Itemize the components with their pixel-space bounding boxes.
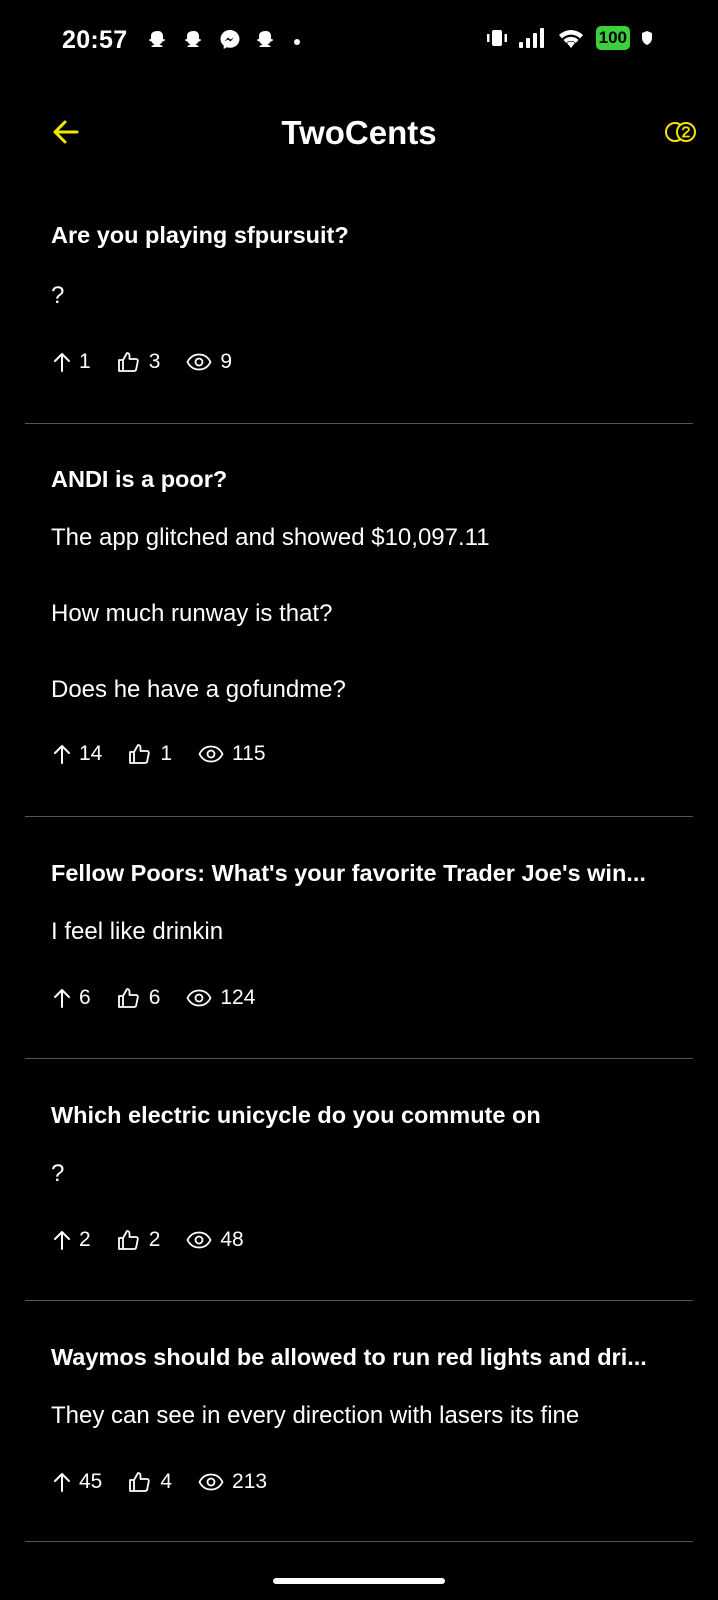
post-body: They can see in every direction with las… [51,1402,580,1429]
dot-icon [294,39,300,45]
post-stats: 14 1 115 [53,740,292,768]
upvote-count: 1 [79,350,91,373]
post-body: ? [51,1160,65,1187]
post-body: Does he have a gofundme? [51,676,346,703]
upvote-count: 45 [79,1470,103,1493]
post-stats: 6 6 124 [53,984,281,1012]
vibrate-icon [486,30,507,46]
post-body: ? [51,282,65,309]
snapchat-icon [149,31,165,47]
arrow-up-icon [54,1473,70,1492]
notification-icons [146,28,304,52]
system-icons: 100 [486,26,654,50]
like-button[interactable]: 4 [128,1470,172,1494]
divider [25,1058,693,1059]
views: 9 [186,350,232,374]
divider [25,816,693,817]
view-count: 48 [220,1228,244,1251]
like-count: 6 [148,986,161,1009]
post-title: Fellow Poors: What's your favorite Trade… [51,860,646,886]
views: 48 [186,1228,244,1252]
snapchat-icon [257,31,273,47]
snapchat-icon [185,31,201,47]
messenger-icon [220,30,240,49]
signal-icon [518,28,544,48]
like-button[interactable]: 3 [117,350,161,374]
thumbs-up-icon [117,352,139,372]
upvote-button[interactable]: 45 [53,1470,102,1494]
upvote-count: 14 [79,742,103,765]
app-header: TwoCents [0,100,718,164]
battery-indicator: 100 [595,26,630,50]
post-item[interactable]: Which electric unicycle do you commute o… [25,1102,693,1272]
post-body: I feel like drinkin [51,918,224,945]
shield-icon [642,31,652,45]
views: 115 [198,742,266,766]
eye-icon [186,1231,212,1249]
thumbs-up-icon [129,744,151,764]
like-count: 1 [160,742,173,765]
post-item[interactable]: Are you playing sfpursuit? ? 1 3 9 [25,222,693,392]
post-stats: 45 4 213 [53,1468,293,1496]
arrow-up-icon [54,1231,70,1250]
view-count: 213 [232,1470,268,1493]
upvote-button[interactable]: 6 [53,986,91,1010]
coins-icon [665,122,696,142]
eye-icon [186,353,212,371]
thumbs-up-icon [129,1472,151,1492]
view-count: 124 [220,986,256,1009]
post-item[interactable]: ANDI is a poor? The app glitched and sho… [25,466,693,786]
arrow-up-icon [54,745,70,764]
coins-button[interactable] [664,118,698,146]
divider [25,1300,693,1301]
thumbs-up-icon [117,1230,139,1250]
battery-level: 100 [598,28,627,47]
like-count: 3 [148,350,161,373]
eye-icon [186,989,212,1007]
view-count: 9 [220,350,233,373]
eye-icon [198,1473,224,1491]
view-count: 115 [232,742,266,765]
views: 124 [186,986,255,1010]
post-stats: 2 2 48 [53,1226,270,1254]
status-time: 20:57 [62,26,128,54]
like-button[interactable]: 1 [128,742,172,766]
post-stats: 1 3 9 [53,348,258,376]
post-body: How much runway is that? [51,600,333,627]
wifi-icon [558,30,583,48]
post-title: Are you playing sfpursuit? [51,222,349,248]
upvote-button[interactable]: 2 [53,1228,91,1252]
post-title: Waymos should be allowed to run red ligh… [51,1344,647,1370]
home-indicator[interactable] [273,1578,445,1584]
post-body: The app glitched and showed $10,097.11 [51,524,490,551]
post-title: Which electric unicycle do you commute o… [51,1102,541,1128]
thumbs-up-icon [117,988,139,1008]
views: 213 [198,1470,267,1494]
arrow-up-icon [54,989,70,1008]
divider [25,423,693,424]
upvote-button[interactable]: 1 [53,350,91,374]
divider [25,1541,693,1542]
upvote-button[interactable]: 14 [53,742,102,766]
post-item[interactable]: Fellow Poors: What's your favorite Trade… [25,860,693,1030]
arrow-up-icon [54,353,70,372]
post-title: ANDI is a poor? [51,466,228,492]
status-bar: 20:57 100 [0,0,718,84]
upvote-count: 2 [79,1228,91,1251]
like-button[interactable]: 2 [117,1228,161,1252]
page-title: TwoCents [281,114,437,151]
eye-icon [198,745,224,763]
post-item[interactable]: Waymos should be allowed to run red ligh… [25,1344,693,1514]
like-button[interactable]: 6 [117,986,161,1010]
like-count: 2 [148,1228,161,1251]
like-count: 4 [160,1470,173,1493]
upvote-count: 6 [79,986,91,1009]
